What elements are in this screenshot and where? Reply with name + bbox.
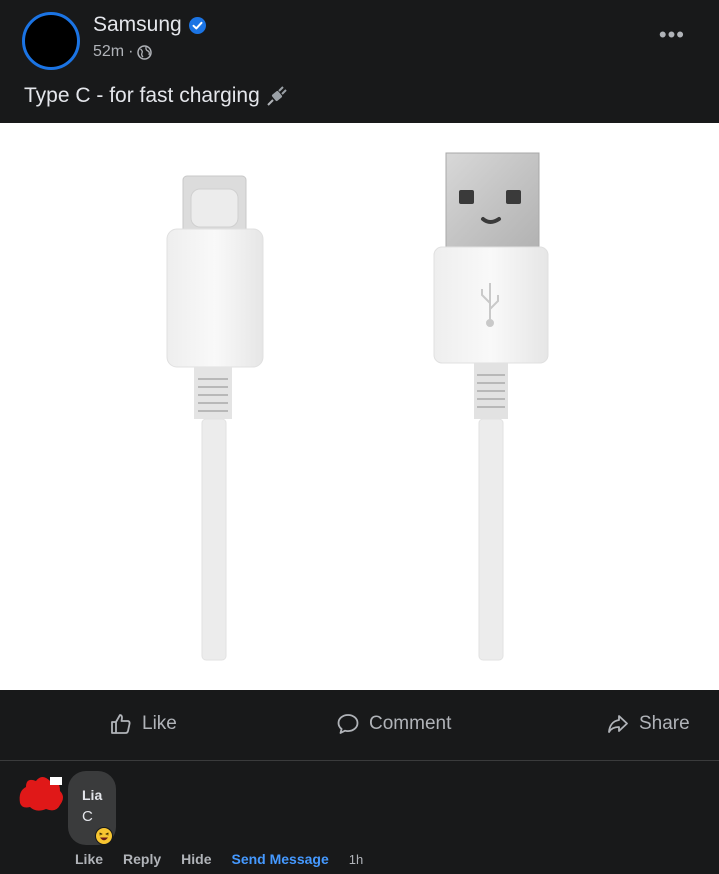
comment-author[interactable]: Lia [82,787,102,803]
meta-separator: · [128,43,134,60]
electric-plug-icon [264,85,288,107]
send-message-link[interactable]: Send Message [231,851,328,867]
globe-icon [137,44,153,60]
post-image[interactable] [0,123,719,690]
like-button[interactable]: Like [109,712,177,736]
page-name[interactable]: Samsung [93,13,182,37]
thumbs-up-icon [111,714,131,734]
verified-badge-icon [188,16,206,34]
comment-text: C [82,808,93,825]
usb-a-plug [433,152,549,661]
comment-timestamp[interactable]: 1h [349,852,363,867]
comment-label: Comment [369,713,452,734]
page-name-row: Samsung [93,13,206,37]
usb-cables-illustration [166,152,549,661]
post-header: Samsung 52m · ••• Type C - for fast char… [0,0,719,122]
speech-bubble-icon [337,714,359,734]
more-options-button[interactable]: ••• [659,22,685,48]
post-timestamp[interactable]: 52m [93,43,124,61]
comment-reply-button[interactable]: Reply [123,851,161,867]
post-meta: 52m · [93,43,153,61]
page-avatar[interactable] [22,12,80,70]
post-caption: Type C - for fast charging [24,84,288,108]
share-label: Share [639,713,690,734]
share-button[interactable]: Share [606,712,690,736]
share-arrow-icon [608,715,628,733]
post-caption-text: Type C - for fast charging [24,84,260,107]
comment-like-button[interactable]: Like [75,851,103,867]
commenter-avatar[interactable] [16,773,66,813]
laughing-emoji-icon[interactable] [95,827,113,845]
comment-button[interactable]: Comment [336,712,451,736]
post-action-bar: Like Comment Share [0,690,719,761]
comment-hide-button[interactable]: Hide [181,851,211,867]
like-label: Like [142,713,177,734]
comment-section: Lia C Like Reply Hide Send Message 1h [0,761,719,874]
usb-c-plug [166,175,264,661]
comment-actions: Like Reply Hide Send Message 1h [75,851,363,867]
